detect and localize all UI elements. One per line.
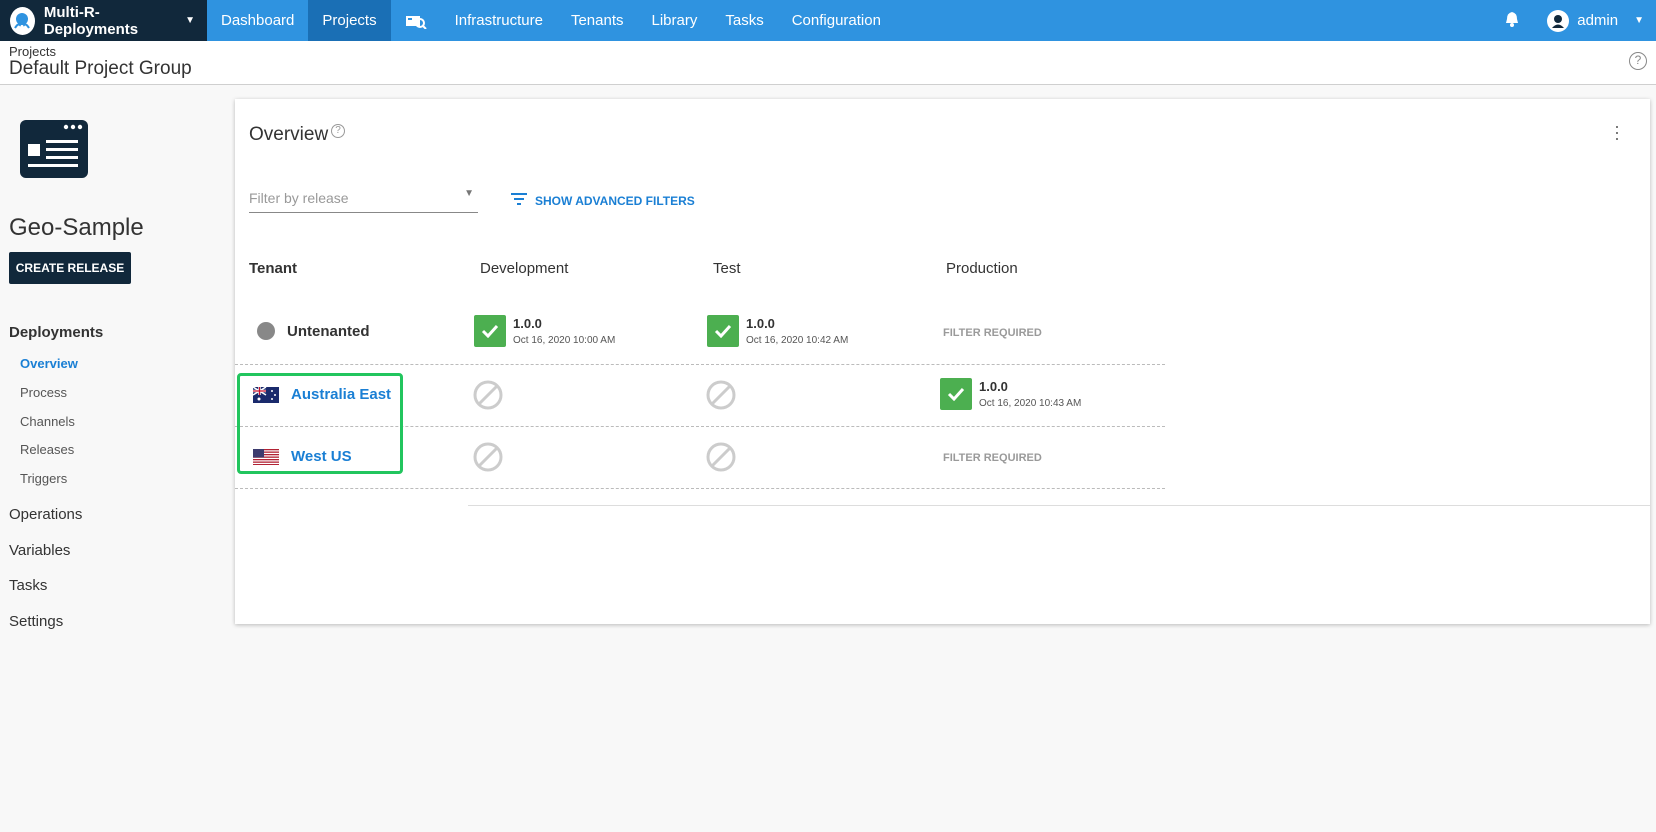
- release-version: 1.0.0: [513, 316, 542, 331]
- untenanted-icon: [257, 322, 275, 340]
- not-available-icon: [473, 442, 503, 472]
- nav-library[interactable]: Library: [638, 0, 712, 41]
- bell-icon[interactable]: [1505, 11, 1519, 31]
- check-icon: [707, 315, 739, 347]
- more-vert-icon[interactable]: · · ·: [1614, 117, 1620, 147]
- chevron-down-icon: ▼: [185, 15, 195, 26]
- nav-dashboard[interactable]: Dashboard: [207, 0, 308, 41]
- top-nav-bar: Multi-R-Deployments ▼ Dashboard Projects…: [0, 0, 1656, 41]
- sidebar-item-channels[interactable]: Channels: [20, 414, 75, 429]
- deployment-cell[interactable]: 1.0.0 Oct 16, 2020 10:42 AM: [707, 315, 848, 347]
- space-switcher[interactable]: Multi-R-Deployments ▼: [0, 0, 207, 41]
- octopus-logo-icon: [10, 6, 35, 35]
- deployment-cell[interactable]: 1.0.0 Oct 16, 2020 10:43 AM: [940, 378, 1081, 410]
- column-header-tenant: Tenant: [249, 260, 298, 277]
- nav-configuration[interactable]: Configuration: [778, 0, 895, 41]
- user-menu[interactable]: admin ▼: [1547, 9, 1644, 32]
- page-title: Default Project Group: [9, 58, 192, 79]
- help-icon[interactable]: ?: [331, 124, 345, 138]
- filter-required-label: FILTER REQUIRED: [943, 452, 1042, 464]
- row-divider: [235, 364, 1165, 365]
- nav-tenants[interactable]: Tenants: [557, 0, 638, 41]
- release-version: 1.0.0: [979, 379, 1008, 394]
- nav-search-icon[interactable]: [391, 0, 441, 41]
- nav-tasks[interactable]: Tasks: [711, 0, 777, 41]
- deployment-cell[interactable]: 1.0.0 Oct 16, 2020 10:00 AM: [474, 315, 615, 347]
- not-available-icon: [706, 442, 736, 472]
- breadcrumb[interactable]: Projects: [9, 44, 56, 59]
- not-available-icon: [706, 380, 736, 410]
- row-divider: [235, 488, 1165, 489]
- nav-infrastructure[interactable]: Infrastructure: [441, 0, 557, 41]
- chevron-down-icon: ▼: [1634, 15, 1644, 26]
- nav-projects[interactable]: Projects: [308, 0, 391, 41]
- show-advanced-filters-button[interactable]: SHOW ADVANCED FILTERS: [511, 193, 695, 208]
- project-name: Geo-Sample: [9, 214, 144, 241]
- tenant-highlight-box: [237, 373, 403, 474]
- sidebar-item-releases[interactable]: Releases: [20, 442, 74, 457]
- username: admin: [1577, 12, 1619, 29]
- tenant-name: Untenanted: [287, 322, 370, 340]
- column-header-production: Production: [946, 260, 1018, 277]
- column-header-test: Test: [713, 260, 741, 277]
- sidebar-item-overview[interactable]: Overview: [20, 356, 78, 371]
- filter-release-input[interactable]: [249, 184, 449, 208]
- sidebar-settings[interactable]: Settings: [9, 613, 63, 630]
- overview-title: Overview: [249, 124, 329, 145]
- space-name: Multi-R-Deployments: [43, 3, 139, 38]
- deploy-date: Oct 16, 2020 10:00 AM: [513, 335, 616, 346]
- advanced-filters-label: SHOW ADVANCED FILTERS: [535, 193, 695, 208]
- column-header-development: Development: [480, 260, 569, 277]
- sidebar-deployments[interactable]: Deployments: [9, 324, 103, 341]
- check-icon: [474, 315, 506, 347]
- release-version: 1.0.0: [746, 316, 775, 331]
- sidebar-item-triggers[interactable]: Triggers: [20, 471, 67, 486]
- sidebar-tasks[interactable]: Tasks: [9, 577, 47, 594]
- avatar: [1547, 9, 1570, 32]
- page-header: Projects Default Project Group ?: [0, 41, 1656, 85]
- sidebar-variables[interactable]: Variables: [9, 542, 70, 559]
- filter-icon: [511, 193, 527, 208]
- not-available-icon: [473, 380, 503, 410]
- table-bottom-divider: [468, 505, 1650, 506]
- deploy-date: Oct 16, 2020 10:42 AM: [746, 335, 849, 346]
- release-filter[interactable]: ▼: [249, 184, 478, 213]
- filter-required-label: FILTER REQUIRED: [943, 327, 1042, 339]
- sidebar-operations[interactable]: Operations: [9, 506, 82, 523]
- create-release-button[interactable]: CREATE RELEASE: [9, 252, 131, 284]
- help-icon[interactable]: ?: [1629, 52, 1647, 70]
- sidebar-item-process[interactable]: Process: [20, 385, 67, 400]
- overview-card: Overview ? ··· ▼ SHOW ADVANCED FILTERS T…: [235, 99, 1650, 624]
- table-row-tenant: Untenanted: [249, 322, 370, 340]
- check-icon: [940, 378, 972, 410]
- dropdown-arrow-icon[interactable]: ▼: [464, 188, 474, 199]
- project-logo: [20, 120, 88, 178]
- deploy-date: Oct 16, 2020 10:43 AM: [979, 398, 1082, 409]
